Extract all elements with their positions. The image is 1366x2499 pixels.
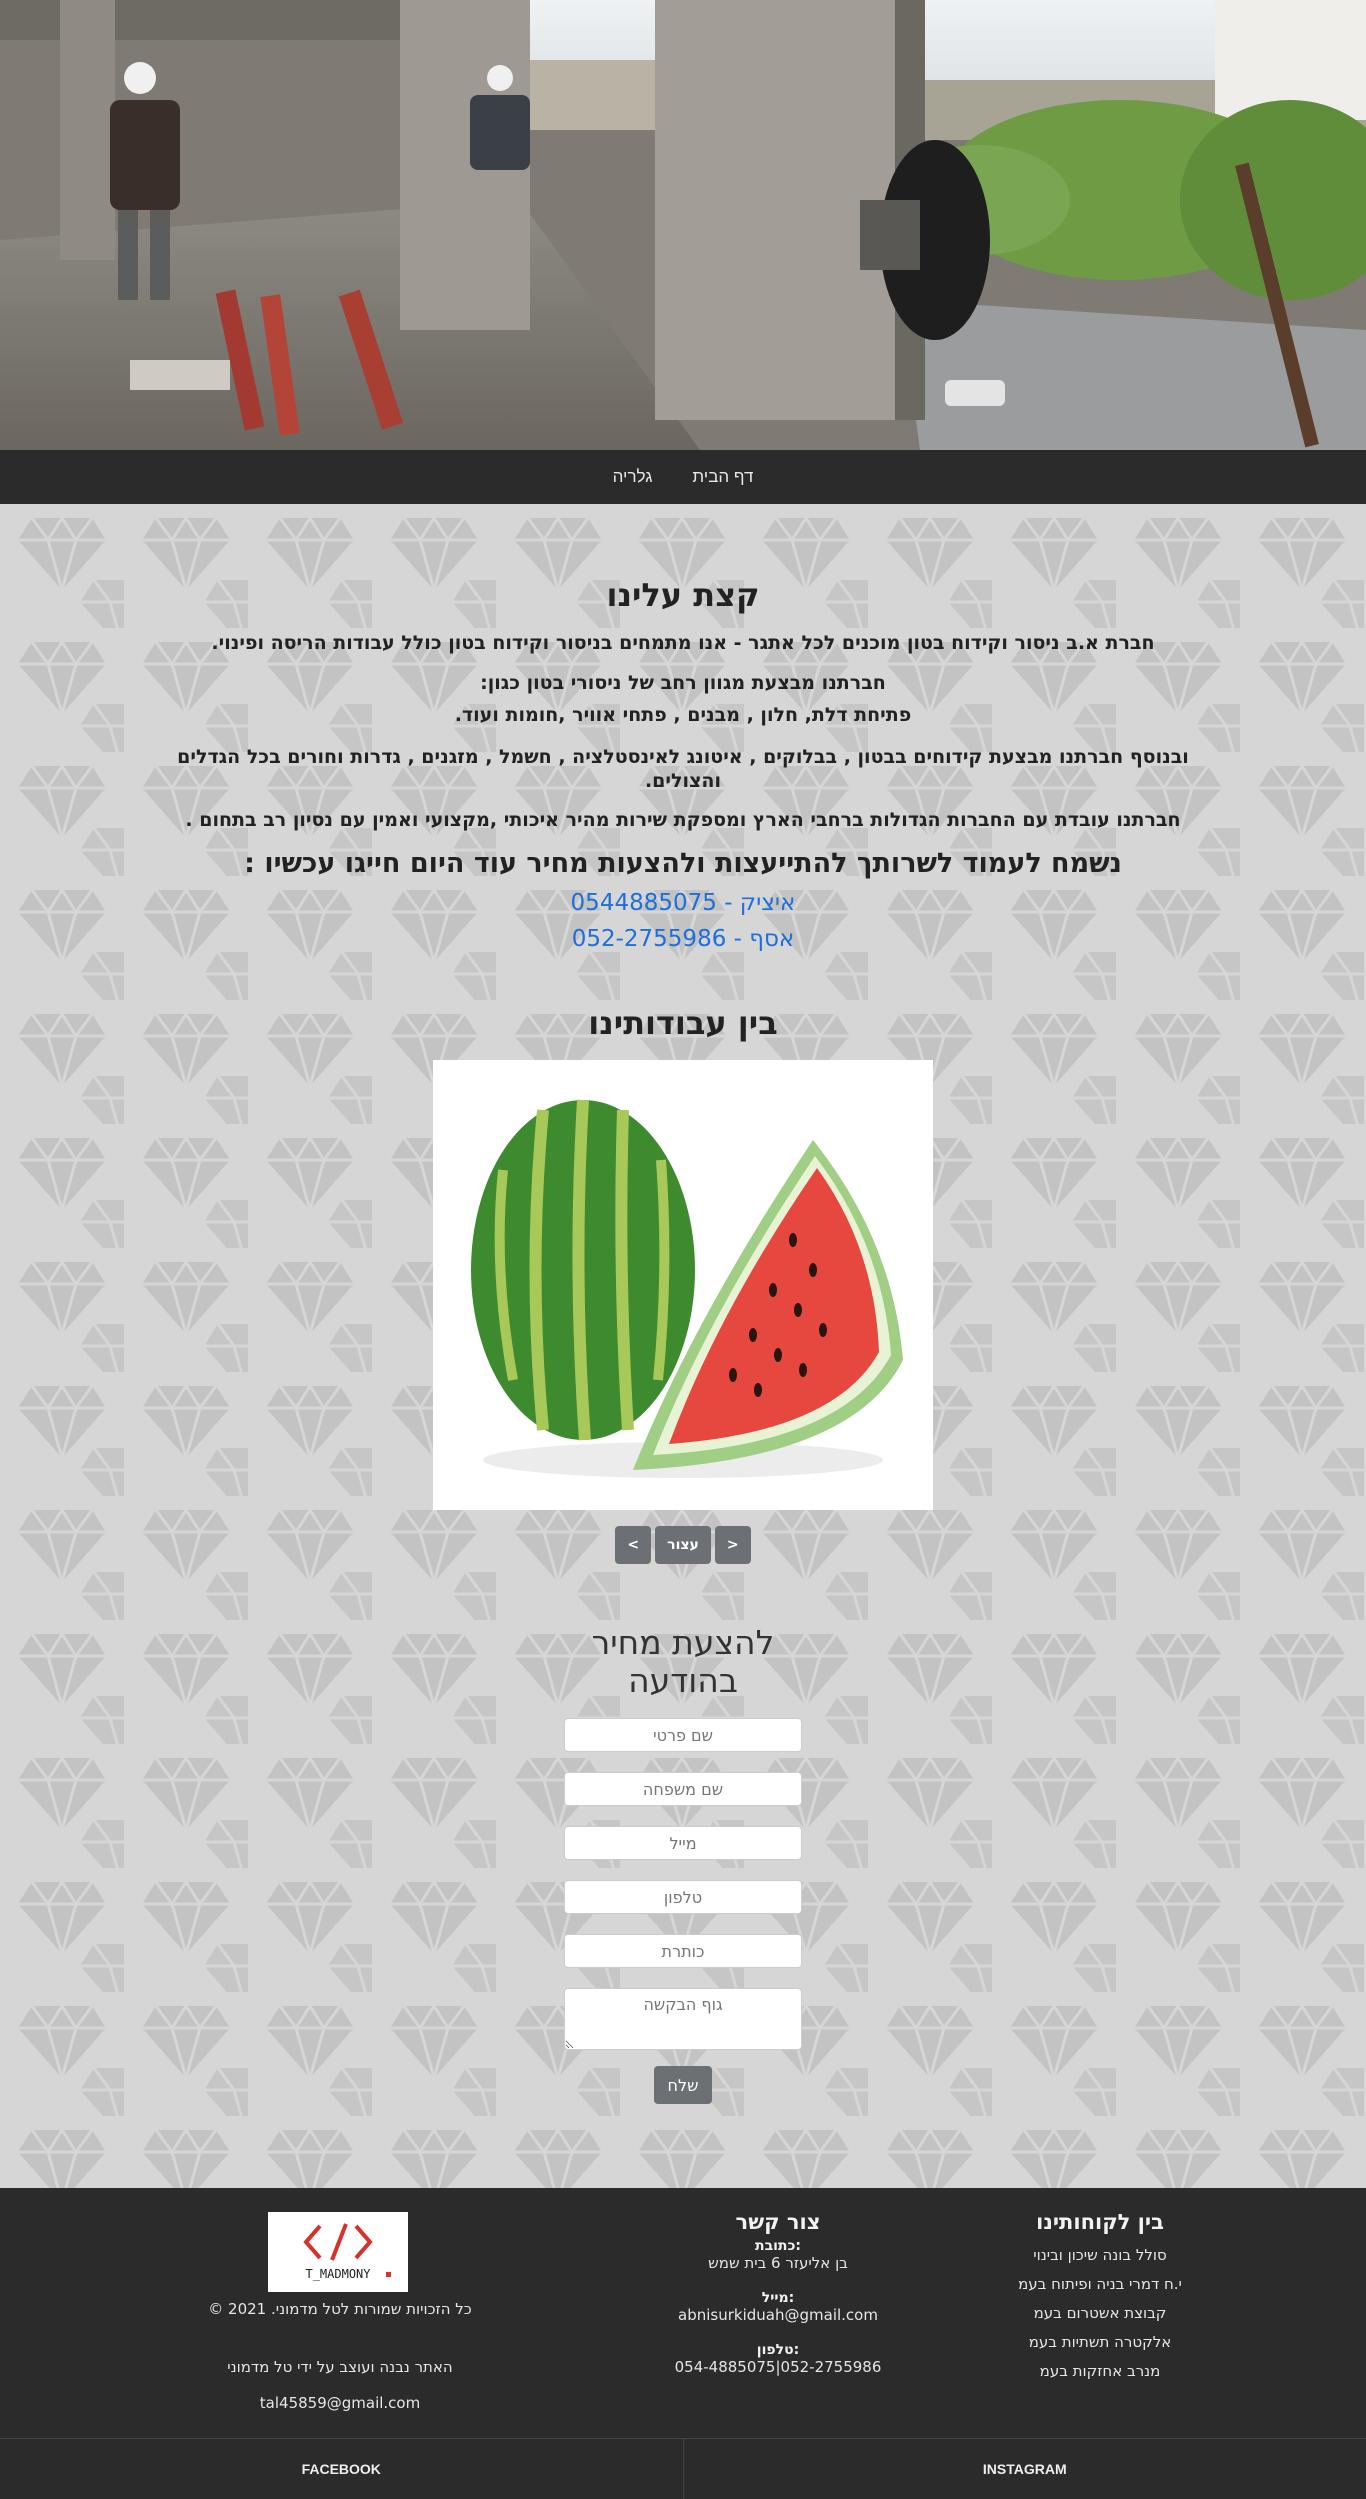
credit-text: האתר נבנה ועוצב על ידי טל מדמוני bbox=[150, 2358, 530, 2376]
quote-form-title-line2: בהודעה bbox=[628, 1661, 738, 1700]
main-nav: דף הבית גלריה bbox=[0, 450, 1366, 504]
message-textarea[interactable] bbox=[564, 1988, 802, 2050]
contact-title: צור קשר bbox=[630, 2210, 926, 2234]
phone-input[interactable] bbox=[564, 1880, 802, 1914]
contact-cta: נשמח לעמוד לשרותך להתייעצות ולהצעות מחיר… bbox=[0, 848, 1366, 879]
gallery-controls: < עצור > bbox=[0, 1526, 1366, 1564]
about-services-list: פתיחת דלת, חלון , מבנים , פתחי אוויר ,חו… bbox=[0, 704, 1366, 726]
mail-link[interactable]: abnisurkiduah@gmail.com bbox=[630, 2306, 926, 2324]
credit-mail-link[interactable]: tal45859@gmail.com bbox=[150, 2394, 530, 2412]
about-title: קצת עלינו bbox=[0, 576, 1366, 614]
copyright-text: כל הזכויות שמורות לטל מדמוני. 2021 © bbox=[150, 2300, 530, 2318]
client-item: י.ח דמרי בניה ופיתוח בעמ bbox=[960, 2275, 1240, 2293]
logo-text: T_MADMONY bbox=[305, 2267, 371, 2281]
about-intro: חברת א.ב ניסור וקידוח בטון מוכנים לכל את… bbox=[0, 632, 1366, 654]
facebook-link[interactable]: FACEBOOK bbox=[0, 2439, 683, 2499]
clients-title: בין לקוחותינו bbox=[960, 2210, 1240, 2234]
client-item: סולל בונה שיכון ובינוי bbox=[960, 2246, 1240, 2264]
instagram-link[interactable]: INSTAGRAM bbox=[683, 2439, 1366, 2499]
gallery-stop-button[interactable]: עצור bbox=[655, 1526, 711, 1564]
nav-gallery[interactable]: גלריה bbox=[613, 467, 653, 487]
phone-link-asaf[interactable]: אסף - 052-2755986 bbox=[0, 926, 1366, 952]
gallery-prev-button[interactable]: < bbox=[615, 1526, 651, 1564]
about-experience: חברתנו עובדת עם החברות הגדולות ברחבי האר… bbox=[0, 809, 1366, 831]
quote-form-title-line1: להצעת מחיר bbox=[592, 1623, 775, 1662]
address-value: בן אליעזר 6 בית שמש bbox=[630, 2254, 926, 2272]
last-name-input[interactable] bbox=[564, 1772, 802, 1806]
developer-logo: T_MADMONY bbox=[268, 2212, 408, 2292]
first-name-input[interactable] bbox=[564, 1718, 802, 1752]
about-drilling: ובנוסף חברתנו מבצעת קידוחים בבטון , בבלו… bbox=[160, 745, 1206, 793]
nav-home[interactable]: דף הבית bbox=[692, 467, 753, 487]
contact-column: צור קשר :כתובת בן אליעזר 6 בית שמש :מייל… bbox=[630, 2210, 926, 2376]
gallery-slide-image bbox=[433, 1060, 933, 1510]
send-button[interactable]: שלח bbox=[654, 2066, 712, 2104]
subject-input[interactable] bbox=[564, 1934, 802, 1968]
mail-label: :מייל bbox=[630, 2290, 926, 2306]
gallery-next-button[interactable]: > bbox=[715, 1526, 751, 1564]
client-item: אלקטרה תשתיות בעמ bbox=[960, 2333, 1240, 2351]
phone-label: :טלפון bbox=[630, 2342, 926, 2358]
address-label: :כתובת bbox=[630, 2238, 926, 2254]
credits-column: כל הזכויות שמורות לטל מדמוני. 2021 © האת… bbox=[150, 2300, 530, 2412]
phone-value: 052-2755986|054-4885075 bbox=[630, 2358, 926, 2376]
clients-column: בין לקוחותינו סולל בונה שיכון ובינוי י.ח… bbox=[960, 2210, 1240, 2380]
client-item: מנרב אחזקות בעמ bbox=[960, 2362, 1240, 2380]
hero-image bbox=[0, 0, 1366, 450]
phone-link-itzik[interactable]: איציק - 0544885075 bbox=[0, 890, 1366, 916]
client-item: קבוצת אשטרום בעמ bbox=[960, 2304, 1240, 2322]
footer: בין לקוחותינו סולל בונה שיכון ובינוי י.ח… bbox=[0, 2188, 1366, 2438]
about-services-heading: חברתנו מבצעת מגוון רחב של ניסורי בטון כג… bbox=[0, 672, 1366, 694]
email-input[interactable] bbox=[564, 1826, 802, 1860]
main-content: קצת עלינו חברת א.ב ניסור וקידוח בטון מוכ… bbox=[0, 504, 1366, 2188]
social-links-bar: FACEBOOK INSTAGRAM bbox=[0, 2438, 1366, 2499]
gallery-title: בין עבודותינו bbox=[0, 1004, 1366, 1042]
quote-form-title: להצעת מחיר בהודעה bbox=[0, 1624, 1366, 1700]
